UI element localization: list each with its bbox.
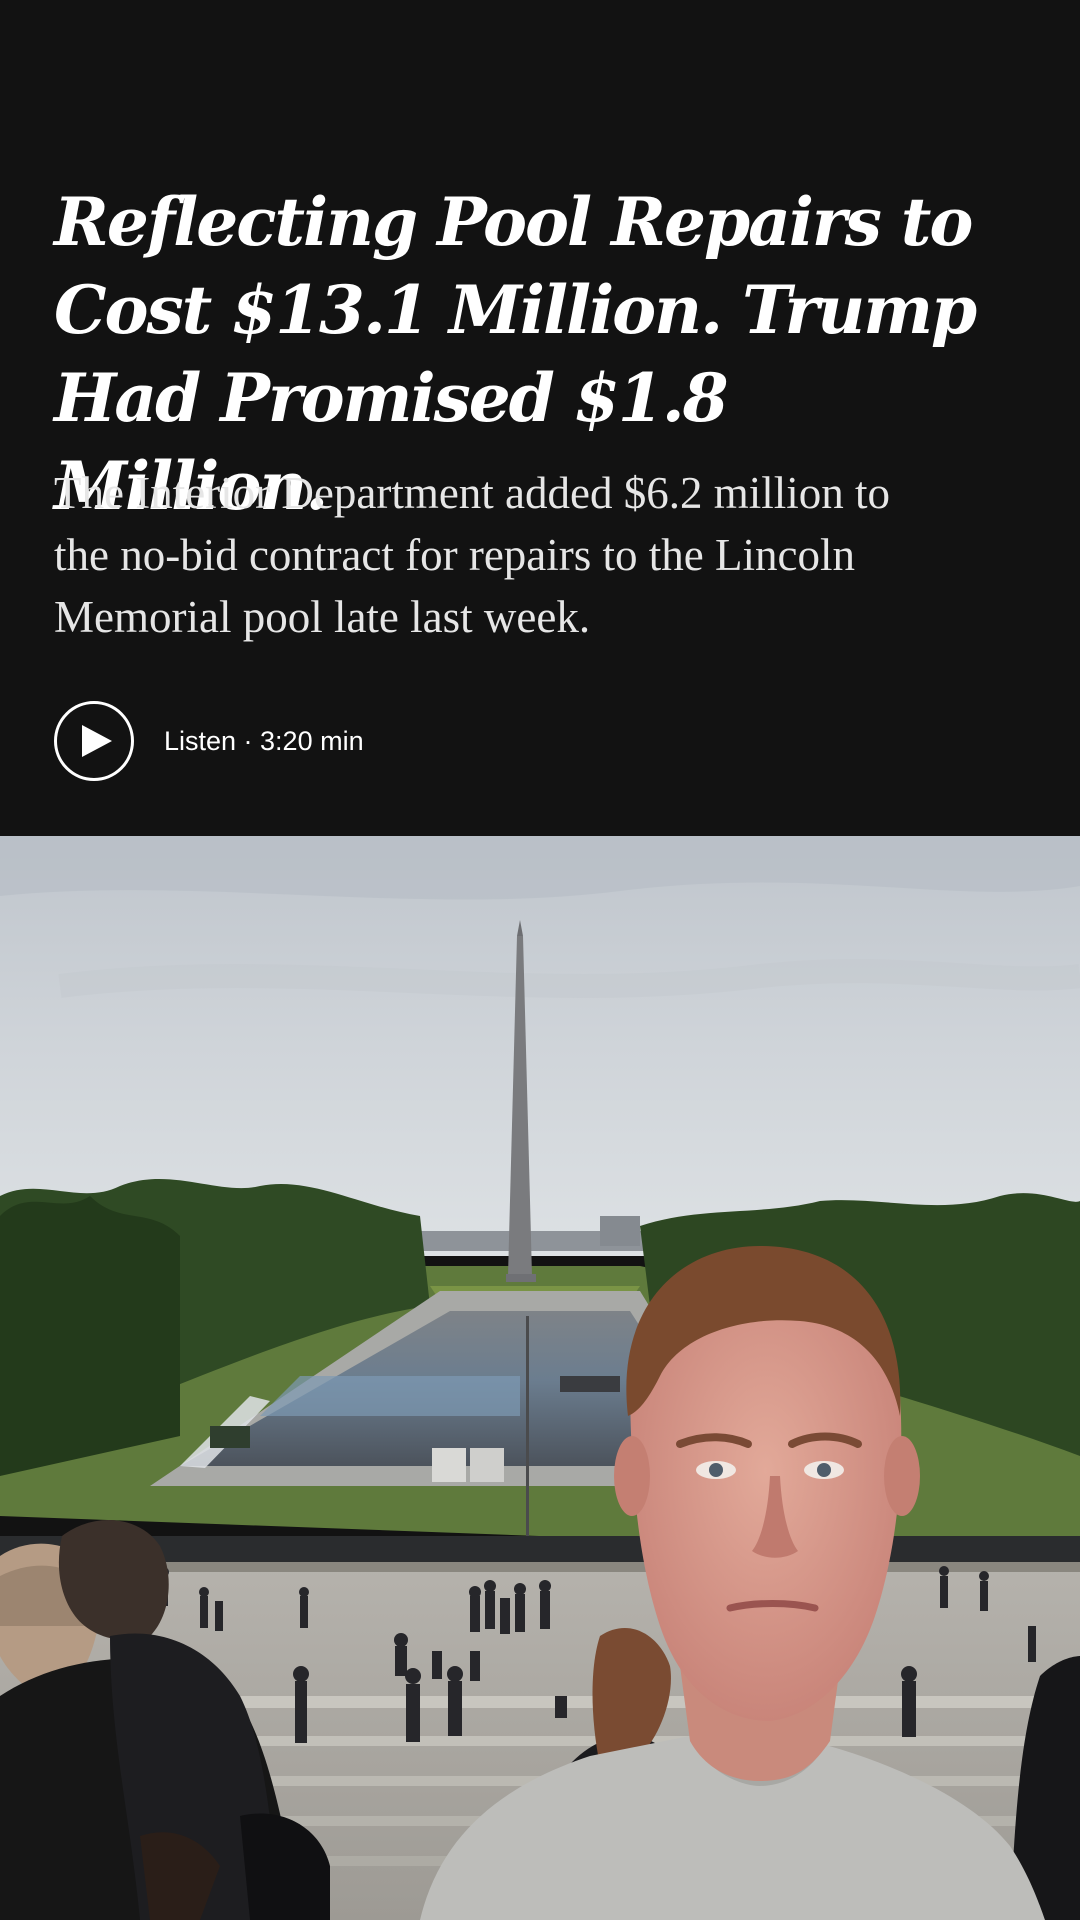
article-photo <box>0 836 1080 1920</box>
article-summary: The Interior Department added $6.2 milli… <box>54 462 1014 648</box>
play-icon <box>82 725 112 757</box>
summary-line: the no-bid contract for repairs to the L… <box>54 530 855 580</box>
summary-line: The Interior Department added $6.2 milli… <box>54 468 891 518</box>
photo-illustration <box>0 836 1080 1920</box>
headline-line: Reflecting Pool Repairs to <box>54 183 973 261</box>
listen-audio-control[interactable]: Listen · 3:20 min <box>54 698 364 784</box>
play-button[interactable] <box>54 701 134 781</box>
summary-line: Memorial pool late last week. <box>54 592 591 642</box>
article-page: Reflecting Pool Repairs to Cost $13.1 Mi… <box>0 0 1080 1920</box>
listen-duration-label: Listen · 3:20 min <box>164 725 364 756</box>
headline-line: Cost $13.1 Million. Trump <box>54 271 977 349</box>
article-header: Reflecting Pool Repairs to Cost $13.1 Mi… <box>0 0 1080 836</box>
